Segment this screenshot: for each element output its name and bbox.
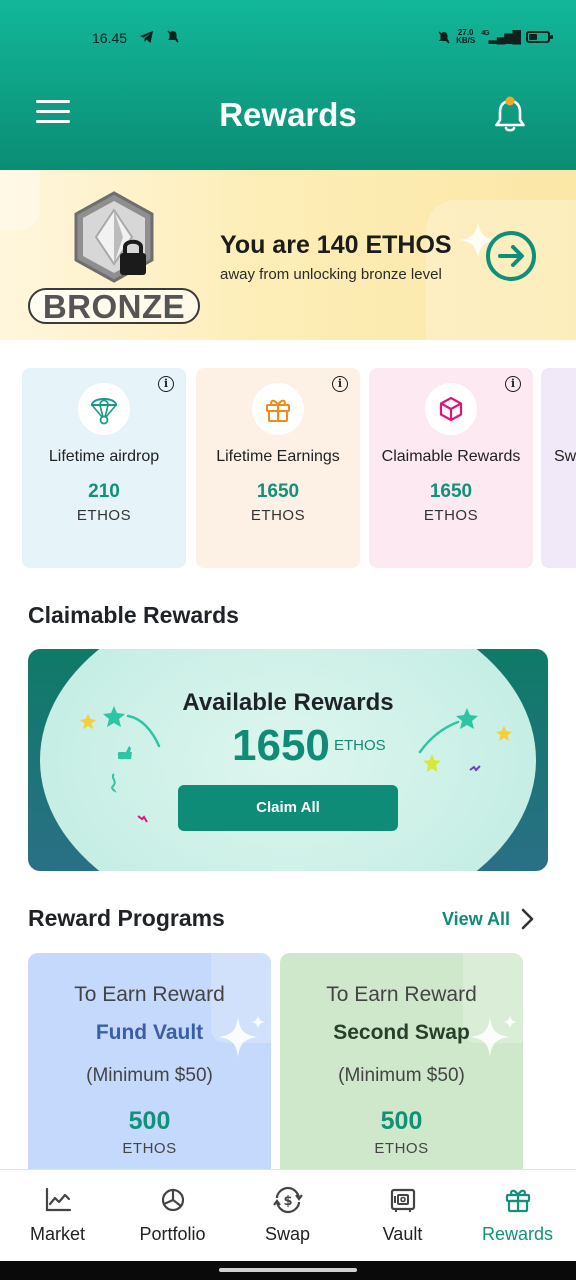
program-minimum: (Minimum $50) (338, 1065, 465, 1086)
claimable-section-title: Claimable Rewards (28, 602, 239, 628)
program-card-fund-vault[interactable]: To Earn Reward Fund Vault (Minimum $50) … (28, 953, 271, 1183)
confetti-left-icon (80, 706, 161, 823)
page-title: Rewards (219, 96, 357, 133)
program-intro: To Earn Reward (326, 983, 477, 1006)
stat-unit: ETHOS (76, 507, 132, 524)
program-action: Fund Vault (95, 1021, 204, 1044)
banner-subtext: away from unlocking bronze level (220, 266, 442, 283)
nav-vault[interactable]: Vault (345, 1170, 460, 1262)
program-reward-value: 500 (128, 1107, 171, 1135)
telegram-icon (140, 30, 153, 43)
bronze-badge-icon (74, 191, 154, 283)
status-bar: 16.45 27.0 KB/S 4G▂▄▆█ (0, 26, 576, 52)
stat-card-lifetime-airdrop: i Lifetime airdrop 210 ETHOS (22, 368, 186, 568)
mute-icon (438, 31, 450, 43)
nav-portfolio[interactable]: Portfolio (115, 1170, 230, 1262)
bell-icon (495, 96, 525, 132)
available-rewards-amount: 1650 (232, 721, 330, 770)
claim-all-button[interactable]: Claim All (178, 785, 398, 831)
nav-label: Market (29, 1224, 85, 1244)
nav-market[interactable]: Market (0, 1170, 115, 1262)
signal-icon: 4G▂▄▆█ (481, 30, 521, 44)
view-all-link[interactable]: View All (442, 908, 534, 930)
info-icon[interactable]: i (158, 376, 174, 392)
notifications-button[interactable] (492, 96, 528, 134)
stat-unit: ETHOS (423, 507, 479, 524)
program-minimum: (Minimum $50) (86, 1065, 213, 1086)
confetti-right-icon (418, 708, 512, 772)
status-time: 16.45 (92, 30, 128, 46)
gift-icon (266, 399, 290, 422)
available-rewards-unit: ETHOS (334, 737, 386, 754)
program-intro: To Earn Reward (74, 983, 225, 1006)
stat-card-swap-partial: Sw (541, 368, 576, 568)
stat-label: Sw (554, 448, 576, 465)
icon-circle (425, 383, 477, 435)
net-speed: 27.0 KB/S (456, 29, 475, 45)
pie-chart-icon (161, 1188, 185, 1212)
program-reward-unit: ETHOS (374, 1140, 429, 1157)
battery-icon (526, 31, 553, 43)
stat-label: Lifetime Earnings (216, 448, 340, 465)
nav-label: Rewards (481, 1224, 554, 1244)
nav-label: Vault (382, 1224, 423, 1244)
swap-dollar-icon: $ (273, 1186, 303, 1214)
nav-label: Swap (264, 1224, 311, 1244)
view-all-label: View All (442, 908, 511, 929)
stat-label: Lifetime airdrop (48, 448, 160, 465)
unlock-arrow-button[interactable] (486, 231, 536, 281)
stat-value: 1650 (256, 481, 300, 502)
nav-swap[interactable]: $ Swap (230, 1170, 345, 1262)
program-action: Second Swap (333, 1021, 470, 1044)
info-icon[interactable]: i (332, 376, 348, 392)
box-icon (439, 396, 463, 422)
mute-icon (167, 30, 179, 43)
parachute-icon (90, 398, 118, 425)
bottom-nav: Market Portfolio $ Swap Vault Rewards (0, 1169, 576, 1261)
stat-value: 210 (88, 481, 120, 502)
available-rewards-card: Available Rewards 1650 ETHOS Claim All (28, 649, 548, 871)
status-left-icons (140, 29, 179, 43)
net-speed-unit: KB/S (456, 36, 476, 45)
app-header: 16.45 27.0 KB/S 4G▂▄▆█ Rewards (0, 0, 576, 170)
svg-text:$: $ (283, 1194, 292, 1209)
battery-fill (529, 34, 537, 40)
level-label: BRONZE (28, 288, 200, 324)
stat-label: Claimable Rewards (381, 448, 521, 465)
program-reward-value: 500 (380, 1107, 423, 1135)
stats-carousel[interactable]: i Lifetime airdrop 210 ETHOS i Lifetime … (22, 368, 576, 570)
banner-decoration (0, 170, 40, 230)
chart-line-icon (45, 1187, 72, 1212)
program-card-second-swap[interactable]: To Earn Reward Second Swap (Minimum $50)… (280, 953, 523, 1183)
stat-card-claimable-rewards: i Claimable Rewards 1650 ETHOS (369, 368, 533, 568)
program-reward-unit: ETHOS (122, 1140, 177, 1157)
home-indicator[interactable] (219, 1268, 357, 1272)
stat-card-lifetime-earnings: i Lifetime Earnings 1650 ETHOS (196, 368, 360, 568)
gift-icon (505, 1189, 531, 1213)
icon-circle (252, 383, 304, 435)
arrow-right-icon (498, 245, 524, 267)
vault-icon (390, 1188, 416, 1212)
rewards-screen: 16.45 27.0 KB/S 4G▂▄▆█ Rewards BRONZE Yo… (0, 0, 576, 1280)
stat-value: 1650 (429, 481, 473, 502)
network-type: 4G (481, 30, 489, 37)
status-right: 27.0 KB/S 4G▂▄▆█ (438, 29, 553, 45)
chevron-right-icon (521, 908, 534, 930)
banner-heading: You are 140 ETHOS (220, 231, 452, 259)
nav-rewards[interactable]: Rewards (460, 1170, 575, 1262)
icon-circle (78, 383, 130, 435)
gesture-bar (0, 1261, 576, 1280)
nav-label: Portfolio (139, 1224, 206, 1244)
programs-section-title: Reward Programs (28, 905, 225, 931)
stat-unit: ETHOS (250, 507, 306, 524)
available-rewards-title: Available Rewards (182, 689, 394, 716)
info-icon[interactable]: i (505, 376, 521, 392)
